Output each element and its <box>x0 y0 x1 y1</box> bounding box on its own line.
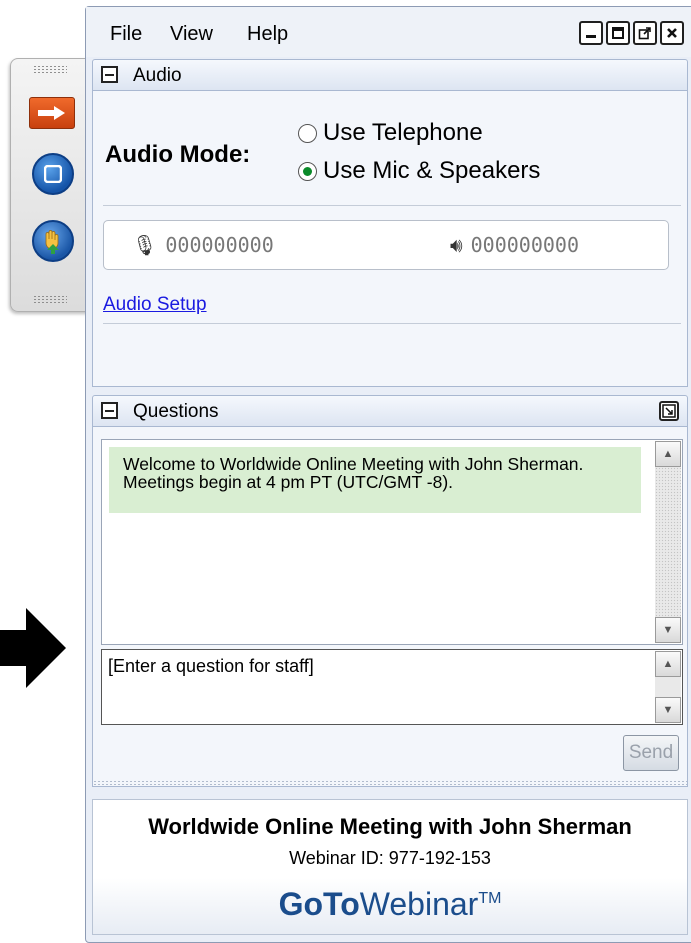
pointer-arrow-icon <box>0 608 66 688</box>
collapse-minus-icon <box>105 409 114 412</box>
logo-trademark: TM <box>478 890 502 907</box>
radio-unchecked-icon[interactable] <box>298 123 317 143</box>
brand-strip: GoToWebinarTM <box>93 878 687 934</box>
input-scroll-up-button[interactable]: ▲ <box>655 651 681 677</box>
raise-hand-button[interactable] <box>32 220 74 262</box>
questions-panel-title: Questions <box>133 401 219 422</box>
questions-log: Welcome to Worldwide Online Meeting with… <box>101 439 683 645</box>
maximize-button[interactable] <box>606 21 630 45</box>
window-controls <box>579 21 684 45</box>
menu-bar: File View Help <box>86 7 691 57</box>
input-scroll-down-button[interactable]: ▼ <box>655 697 681 723</box>
welcome-message: Welcome to Worldwide Online Meeting with… <box>109 447 641 513</box>
popout-window-button[interactable] <box>633 21 657 45</box>
gotowebinar-control-panel: File View Help Audio Audio Mode: Use Tel… <box>85 6 691 943</box>
radio-use-mic-speakers[interactable]: Use Mic & Speakers <box>298 157 540 185</box>
radio-telephone-label: Use Telephone <box>323 119 483 146</box>
triangle-up-icon: ▲ <box>662 658 674 670</box>
collapse-minus-icon <box>105 73 114 76</box>
questions-panel: Welcome to Worldwide Online Meeting with… <box>92 427 688 787</box>
popout-icon <box>638 27 651 40</box>
questions-panel-header[interactable]: Questions <box>92 395 688 427</box>
webinar-id: Webinar ID: 977-192-153 <box>289 848 491 868</box>
meeting-title: Worldwide Online Meeting with John Sherm… <box>148 814 632 839</box>
menu-help[interactable]: Help <box>247 23 288 46</box>
audio-separator <box>103 205 681 206</box>
send-button[interactable]: Send <box>623 735 679 771</box>
radio-checked-icon[interactable] <box>298 161 317 181</box>
logo-goto: GoTo <box>278 886 360 922</box>
questions-log-scrollbar[interactable]: ▲ ▼ <box>655 441 681 643</box>
audio-bottom-separator <box>103 323 681 324</box>
popout-questions-button[interactable] <box>659 401 679 421</box>
close-icon <box>667 28 677 38</box>
audio-setup-link[interactable]: Audio Setup <box>103 294 207 316</box>
speaker-level-meter: 🔊︎ 000000000 <box>450 233 579 257</box>
scroll-track[interactable] <box>655 467 681 617</box>
raise-hand-icon <box>45 230 59 254</box>
triangle-down-icon: ▼ <box>662 624 674 636</box>
screen-icon <box>44 165 62 183</box>
panel-resize-edge[interactable] <box>93 780 687 786</box>
collapse-audio-button[interactable] <box>101 66 118 83</box>
speaker-level-value: 000000000 <box>470 233 579 257</box>
menu-view[interactable]: View <box>170 23 213 46</box>
webinar-info-footer: Worldwide Online Meeting with John Sherm… <box>92 799 688 935</box>
audio-panel: Audio Mode: Use Telephone Use Mic & Spea… <box>92 91 688 387</box>
scroll-up-button[interactable]: ▲ <box>655 441 681 467</box>
minimize-button[interactable] <box>579 21 603 45</box>
grip-dots-bottom[interactable] <box>33 295 67 303</box>
close-button[interactable] <box>660 21 684 45</box>
menu-file[interactable]: File <box>110 23 142 46</box>
audio-mode-label: Audio Mode: <box>105 141 251 168</box>
popout-icon <box>662 404 676 418</box>
screen-share-button[interactable] <box>32 153 74 195</box>
audio-level-meters: 🎙︎ 000000000 🔊︎ 000000000 <box>103 220 669 270</box>
triangle-up-icon: ▲ <box>662 448 674 460</box>
audio-panel-header[interactable]: Audio <box>92 59 688 91</box>
mic-level-value: 000000000 <box>165 233 274 257</box>
arrow-right-icon <box>38 106 65 120</box>
minimize-icon <box>586 35 596 38</box>
scroll-down-button[interactable]: ▼ <box>655 617 681 643</box>
radio-mic-speakers-label: Use Mic & Speakers <box>323 157 541 184</box>
audio-panel-title: Audio <box>133 65 182 86</box>
gotowebinar-logo: GoToWebinarTM <box>93 886 687 923</box>
question-input-placeholder: [Enter a question for staff] <box>108 656 314 676</box>
logo-webinar: Webinar <box>359 886 479 922</box>
speaker-icon: 🔊︎ <box>450 233 463 257</box>
mic-level-meter: 🎙︎ 000000000 <box>132 233 274 257</box>
grip-dots-top[interactable] <box>33 65 67 73</box>
question-input[interactable]: [Enter a question for staff] ▲ ▼ <box>101 649 683 725</box>
maximize-icon <box>612 27 624 39</box>
triangle-down-icon: ▼ <box>662 704 674 716</box>
grab-tab[interactable] <box>10 58 89 312</box>
microphone-icon: 🎙︎ <box>132 233 158 257</box>
collapse-questions-button[interactable] <box>101 402 118 419</box>
show-hide-arrow-button[interactable] <box>29 97 75 129</box>
question-input-scrollbar[interactable]: ▲ ▼ <box>655 651 681 723</box>
radio-use-telephone[interactable]: Use Telephone <box>298 119 483 147</box>
